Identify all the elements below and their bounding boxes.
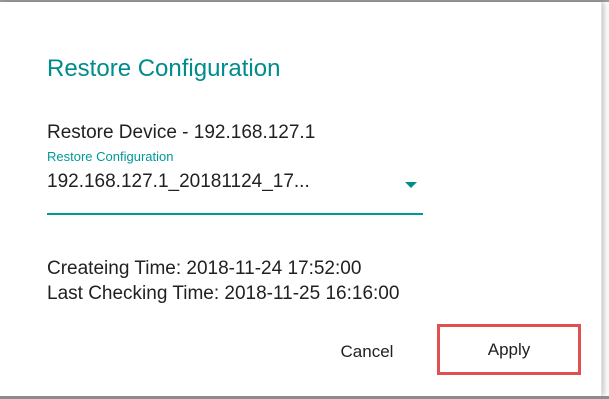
restore-configuration-dialog: Restore Configuration Restore Device - 1… [0, 2, 602, 396]
apply-button[interactable]: Apply [437, 324, 581, 375]
dialog-title: Restore Configuration [47, 55, 281, 82]
select-current-value[interactable]: 192.168.127.1_20181124_17... [47, 171, 377, 193]
creating-time-text: Createing Time: 2018-11-24 17:52:00 [47, 258, 362, 279]
restore-device-label: Restore Device - 192.168.127.1 [47, 122, 316, 143]
last-checking-time-text: Last Checking Time: 2018-11-25 16:16:00 [47, 283, 400, 304]
select-underline [47, 213, 423, 215]
cancel-button[interactable]: Cancel [322, 338, 412, 366]
select-floating-label: Restore Configuration [47, 149, 174, 164]
page: Restore Configuration Restore Device - 1… [0, 0, 609, 399]
restore-configuration-select[interactable]: Restore Configuration 192.168.127.1_2018… [47, 149, 423, 215]
caret-down-icon[interactable] [405, 182, 417, 188]
